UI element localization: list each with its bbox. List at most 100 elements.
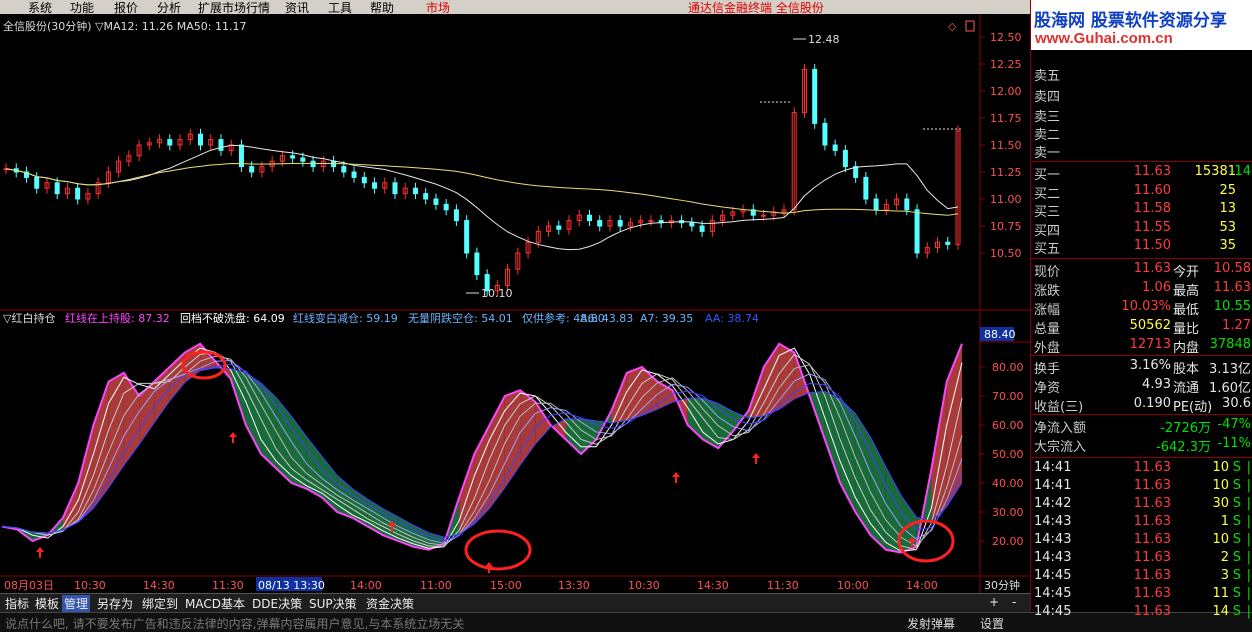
candle-body bbox=[249, 166, 255, 173]
candle-body bbox=[617, 220, 623, 227]
candle-body bbox=[290, 155, 296, 159]
candle-body bbox=[648, 220, 654, 223]
indicator-legend-item: 红线在上持股: 87.32 bbox=[65, 311, 170, 325]
orderbook-sell-2: 卖二 bbox=[1034, 128, 1061, 143]
quote-row: 涨跌 1.06 最高 11.63 bbox=[1034, 280, 1251, 299]
fundamental-row: 换手 3.16% 股本 3.13亿 bbox=[1034, 358, 1251, 377]
candle-body bbox=[464, 220, 470, 254]
tick-row: 14:42 11.63 30 S | bbox=[1034, 496, 1251, 511]
candle-body bbox=[474, 252, 480, 276]
orderbook-buy-row: 买三 11.58 13 bbox=[1034, 201, 1236, 220]
svg-text:15:00: 15:00 bbox=[490, 579, 522, 592]
period-label: 30分钟 bbox=[984, 578, 1020, 592]
quote-row: 外盘 12713 内盘 37848 bbox=[1034, 337, 1251, 356]
indicator-legend-item: A7: 39.35 bbox=[640, 312, 693, 325]
candle-body bbox=[54, 182, 60, 195]
zoom-out-button[interactable]: - bbox=[1010, 595, 1018, 609]
svg-text:12.48: 12.48 bbox=[808, 33, 840, 46]
indicator-legend-item: 红线变白减仓: 59.19 bbox=[293, 311, 398, 325]
orderbook-sell-3: 卖三 bbox=[1034, 110, 1061, 125]
candle-body bbox=[597, 220, 603, 227]
price-tick-label: 10.50 bbox=[990, 247, 1022, 260]
tick-row: 14:41 11.63 10 S | bbox=[1034, 460, 1251, 475]
zoom-in-button[interactable]: + bbox=[987, 595, 1001, 609]
price-tick-label: 11.00 bbox=[990, 193, 1022, 206]
toolbar-manage[interactable]: 管理 bbox=[62, 595, 91, 612]
candle-body bbox=[372, 182, 378, 189]
price-y-axis: 12.50 12.25 12.00 11.75 11.50 11.25 11.0… bbox=[990, 31, 1022, 260]
candle-body bbox=[761, 214, 767, 217]
svg-text:14:00: 14:00 bbox=[350, 579, 382, 592]
indicator-current-value: 88.40 bbox=[984, 328, 1016, 341]
orderbook-sell-1: 卖一 bbox=[1034, 146, 1061, 161]
candle-body bbox=[832, 144, 838, 151]
toolbar-sup[interactable]: SUP决策 bbox=[307, 595, 359, 612]
quote-row: 总量 50562 量比 1.27 bbox=[1034, 318, 1251, 337]
candle-body bbox=[75, 187, 81, 200]
candle-body bbox=[361, 176, 367, 184]
indicator-toolbar: 指标 模板 管理 另存为 绑定到 MACD基本 DDE决策 SUP决策 资金决策… bbox=[0, 593, 1030, 612]
candle-body bbox=[433, 198, 439, 205]
indicator-legend-item: 回档不破洗盘: 64.09 bbox=[180, 311, 285, 325]
toolbar-template[interactable]: 模板 bbox=[33, 595, 61, 612]
quote-panel: 股海网 股票软件资源分享 www.Guhai.com.cn 卖五 卖四 卖三 卖… bbox=[1030, 0, 1252, 619]
quote-row: 涨幅 10.03% 最低 10.55 bbox=[1034, 299, 1251, 318]
svg-text:10:00: 10:00 bbox=[837, 579, 869, 592]
quote-row: 现价 11.63 今开 10.58 bbox=[1034, 261, 1251, 280]
toolbar-indicator[interactable]: 指标 bbox=[3, 595, 31, 612]
svg-text:10.10: 10.10 bbox=[481, 287, 513, 300]
diamond-icon[interactable]: ◇ bbox=[948, 20, 957, 33]
toolbar-bind-to[interactable]: 绑定到 bbox=[140, 595, 180, 612]
toolbar-dde[interactable]: DDE决策 bbox=[250, 595, 304, 612]
svg-text:08月03日: 08月03日 bbox=[4, 579, 54, 592]
toolbar-save-as[interactable]: 另存为 bbox=[95, 595, 135, 612]
send-danmaku-button[interactable]: 发射弹幕 bbox=[907, 615, 955, 632]
tick-row: 14:45 11.63 3 S | bbox=[1034, 568, 1251, 583]
site-watermark: 股海网 股票软件资源分享 www.Guhai.com.cn bbox=[1031, 0, 1252, 50]
candle-body bbox=[853, 166, 859, 178]
svg-text:60.00: 60.00 bbox=[992, 419, 1024, 432]
candle-body bbox=[167, 139, 173, 146]
svg-text:11:30: 11:30 bbox=[212, 579, 244, 592]
svg-text:14:00: 14:00 bbox=[906, 579, 938, 592]
tick-row: 14:45 11.63 14 S | bbox=[1034, 604, 1251, 619]
price-tick-label: 11.75 bbox=[990, 112, 1022, 125]
time-x-axis: 08月03日 10:30 14:30 11:30 08/13 13:30 14:… bbox=[4, 577, 1020, 592]
candle-body bbox=[914, 209, 920, 254]
candle-body bbox=[863, 176, 869, 200]
candle-body bbox=[453, 209, 459, 222]
toolbar-fund[interactable]: 资金决策 bbox=[364, 595, 416, 612]
indicator-area bbox=[626, 367, 642, 421]
x-axis-cursor-label: 08/13 13:30 bbox=[258, 579, 325, 592]
candle-body bbox=[873, 198, 879, 211]
candle-body bbox=[197, 133, 203, 146]
fundamental-row: 净资 4.93 流通 1.60亿 bbox=[1034, 377, 1251, 396]
indicator-header: ▽红白持仓 红线在上持股: 87.32 回档不破洗盘: 64.09 红线变白减仓: … bbox=[3, 311, 759, 325]
candle-body bbox=[586, 214, 592, 222]
candle-body bbox=[812, 68, 818, 124]
tick-row: 14:41 11.63 10 S | bbox=[1034, 478, 1251, 493]
svg-text:70.00: 70.00 bbox=[992, 390, 1024, 403]
candle-body bbox=[443, 203, 449, 211]
tick-row: 14:43 11.63 10 S | bbox=[1034, 532, 1251, 547]
candle-body bbox=[423, 193, 429, 200]
svg-text:10:30: 10:30 bbox=[628, 579, 660, 592]
svg-text:20.00: 20.00 bbox=[992, 535, 1024, 548]
orderbook-buy-row: 买四 11.55 53 bbox=[1034, 219, 1236, 239]
candle-body bbox=[351, 171, 357, 178]
candle-body bbox=[904, 198, 910, 211]
chart-area[interactable]: 全信股份(30分钟) ▽MA12: 11.26 MA50: 11.17 ◇ 12… bbox=[0, 14, 1030, 594]
tick-row: 14:43 11.63 1 S | bbox=[1034, 514, 1251, 529]
candle-body bbox=[218, 139, 224, 151]
candle-body bbox=[300, 157, 306, 162]
price-chart-header: 全信股份(30分钟) ▽MA12: 11.26 MA50: 11.17 bbox=[3, 19, 246, 33]
danmaku-input[interactable]: 说点什么吧, 请不要发布广告和违反法律的内容,弹幕内容属用户意见,与本系统立场无… bbox=[5, 615, 464, 632]
settings-button[interactable]: 设置 bbox=[980, 615, 1004, 632]
candle-body bbox=[412, 187, 418, 195]
menu-bar: 系统 功能 报价 分析 扩展市场行情 资讯 工具 帮助 市场 通达信金融终端 全… bbox=[0, 0, 1030, 15]
orderbook-buy-row: 买二 11.60 25 bbox=[1034, 182, 1236, 202]
toolbar-macd[interactable]: MACD基本 bbox=[183, 595, 247, 612]
price-tick-label: 12.25 bbox=[990, 58, 1022, 71]
svg-text:10:30: 10:30 bbox=[74, 579, 106, 592]
svg-text:13:30: 13:30 bbox=[558, 579, 590, 592]
